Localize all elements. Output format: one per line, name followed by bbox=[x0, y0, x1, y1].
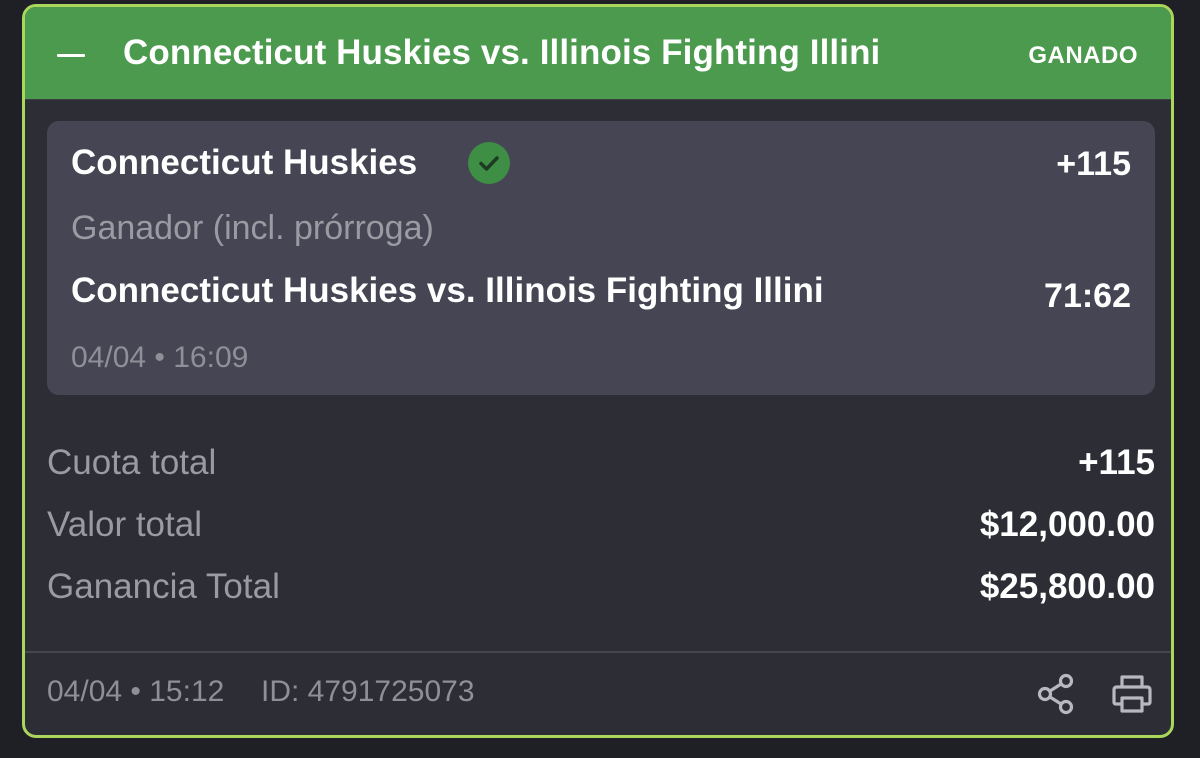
total-win-value: $25,800.00 bbox=[979, 567, 1155, 606]
selection-odds: +115 bbox=[1056, 145, 1131, 183]
check-circle-icon bbox=[468, 142, 510, 184]
selection-market: Ganador (incl. prórroga) bbox=[71, 209, 434, 247]
selection-event: Connecticut Huskies vs. Illinois Fightin… bbox=[71, 271, 824, 310]
total-stake-value: $12,000.00 bbox=[979, 505, 1155, 544]
total-odds-value: +115 bbox=[1078, 443, 1155, 482]
summary-total-win: Ganancia Total $25,800.00 bbox=[47, 567, 1155, 611]
bet-datetime: 04/04 • 15:12 bbox=[47, 675, 225, 708]
bet-card: Connecticut Huskies vs. Illinois Fightin… bbox=[22, 4, 1174, 738]
bet-card-header[interactable]: Connecticut Huskies vs. Illinois Fightin… bbox=[25, 7, 1171, 100]
footer-divider bbox=[25, 651, 1171, 653]
summary-total-stake: Valor total $12,000.00 bbox=[47, 505, 1155, 549]
bet-id: ID: 4791725073 bbox=[261, 675, 475, 708]
total-stake-label: Valor total bbox=[47, 505, 202, 544]
print-icon[interactable] bbox=[1109, 671, 1155, 717]
bet-title: Connecticut Huskies vs. Illinois Fightin… bbox=[123, 33, 881, 72]
bet-selection: Connecticut Huskies +115 Ganador (incl. … bbox=[47, 121, 1155, 395]
minus-icon[interactable] bbox=[55, 41, 87, 69]
total-odds-label: Cuota total bbox=[47, 443, 217, 482]
selection-team: Connecticut Huskies bbox=[71, 143, 418, 182]
selection-score: 71:62 bbox=[1044, 277, 1131, 315]
status-badge: GANADO bbox=[1028, 42, 1138, 69]
total-win-label: Ganancia Total bbox=[47, 567, 280, 606]
share-icon[interactable] bbox=[1033, 671, 1079, 717]
summary-total-odds: Cuota total +115 bbox=[47, 443, 1155, 487]
selection-datetime: 04/04 • 16:09 bbox=[71, 341, 249, 374]
